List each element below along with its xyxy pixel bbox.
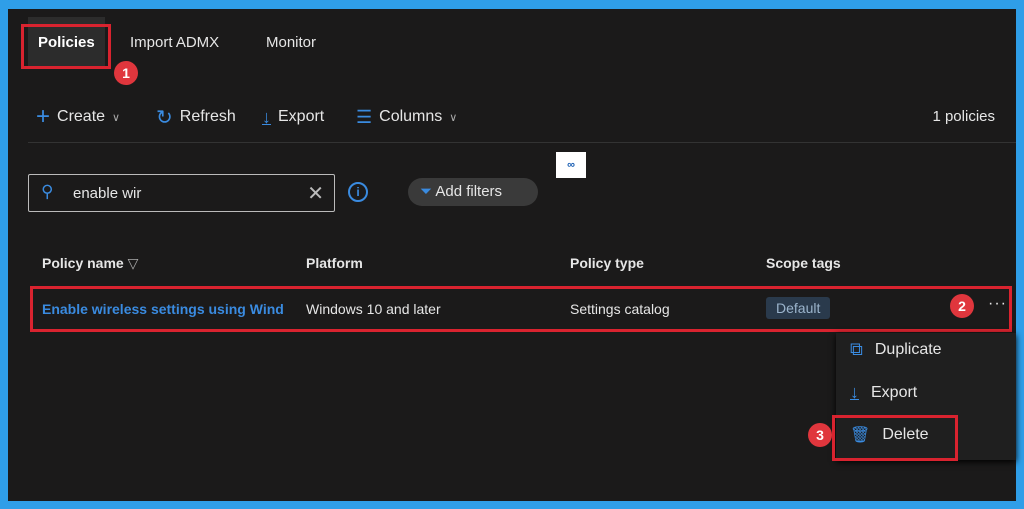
step-badge-2: 2 (950, 294, 974, 318)
export-button[interactable]: ↓ Export (262, 106, 324, 128)
columns-label: Columns (379, 108, 443, 125)
column-header-policy-name[interactable]: Policy name ▽ (42, 255, 138, 272)
highlight-delete (832, 415, 958, 461)
copy-icon: ⧉ (850, 339, 863, 359)
policy-count: 1 policies (932, 108, 995, 125)
clear-icon[interactable]: ✕ (307, 181, 324, 206)
refresh-icon: ↻ (156, 106, 173, 129)
search-value: enable wir (73, 185, 142, 202)
column-header-platform[interactable]: Platform (306, 255, 363, 271)
export-label: Export (278, 108, 325, 125)
search-icon: ⚲ (41, 182, 54, 201)
info-icon[interactable]: i (348, 182, 368, 202)
columns-button[interactable]: ☰ Columns ∨ (356, 106, 457, 128)
chevron-down-icon: ∨ (449, 111, 458, 124)
filter-icon: ⏷ (420, 183, 433, 200)
step-badge-1: 1 (114, 61, 138, 85)
divider (28, 142, 1016, 143)
plus-icon: + (36, 103, 51, 130)
add-filters-label: Add filters (435, 183, 503, 200)
highlight-policies-tab (21, 24, 111, 69)
create-label: Create (57, 108, 106, 125)
add-filters-button[interactable]: ⏷ Add filters (408, 178, 538, 206)
tab-monitor[interactable]: Monitor (256, 17, 326, 69)
column-header-policy-type[interactable]: Policy type (570, 255, 644, 271)
menu-item-export[interactable]: ↓ Export (850, 382, 917, 403)
create-button[interactable]: + Create ∨ (36, 103, 121, 130)
download-icon: ↓ (850, 382, 859, 402)
tab-import-admx[interactable]: Import ADMX (120, 17, 229, 69)
list-icon: ☰ (356, 106, 373, 127)
refresh-button[interactable]: ↻ Refresh (156, 106, 236, 129)
filter-icon[interactable]: ▽ (128, 255, 139, 271)
logo: ∞ (556, 152, 586, 178)
policies-panel: Policies Import ADMX Monitor 1 + Create ∨ … (8, 9, 1016, 501)
column-header-scope-tags[interactable]: Scope tags (766, 255, 841, 271)
refresh-label: Refresh (179, 108, 236, 125)
chevron-down-icon: ∨ (112, 111, 121, 124)
search-input[interactable]: ⚲ enable wir ✕ (28, 174, 335, 212)
download-icon: ↓ (262, 106, 271, 127)
highlight-policy-row (30, 286, 1012, 332)
step-badge-3: 3 (808, 423, 832, 447)
menu-item-duplicate[interactable]: ⧉ Duplicate (850, 339, 942, 360)
